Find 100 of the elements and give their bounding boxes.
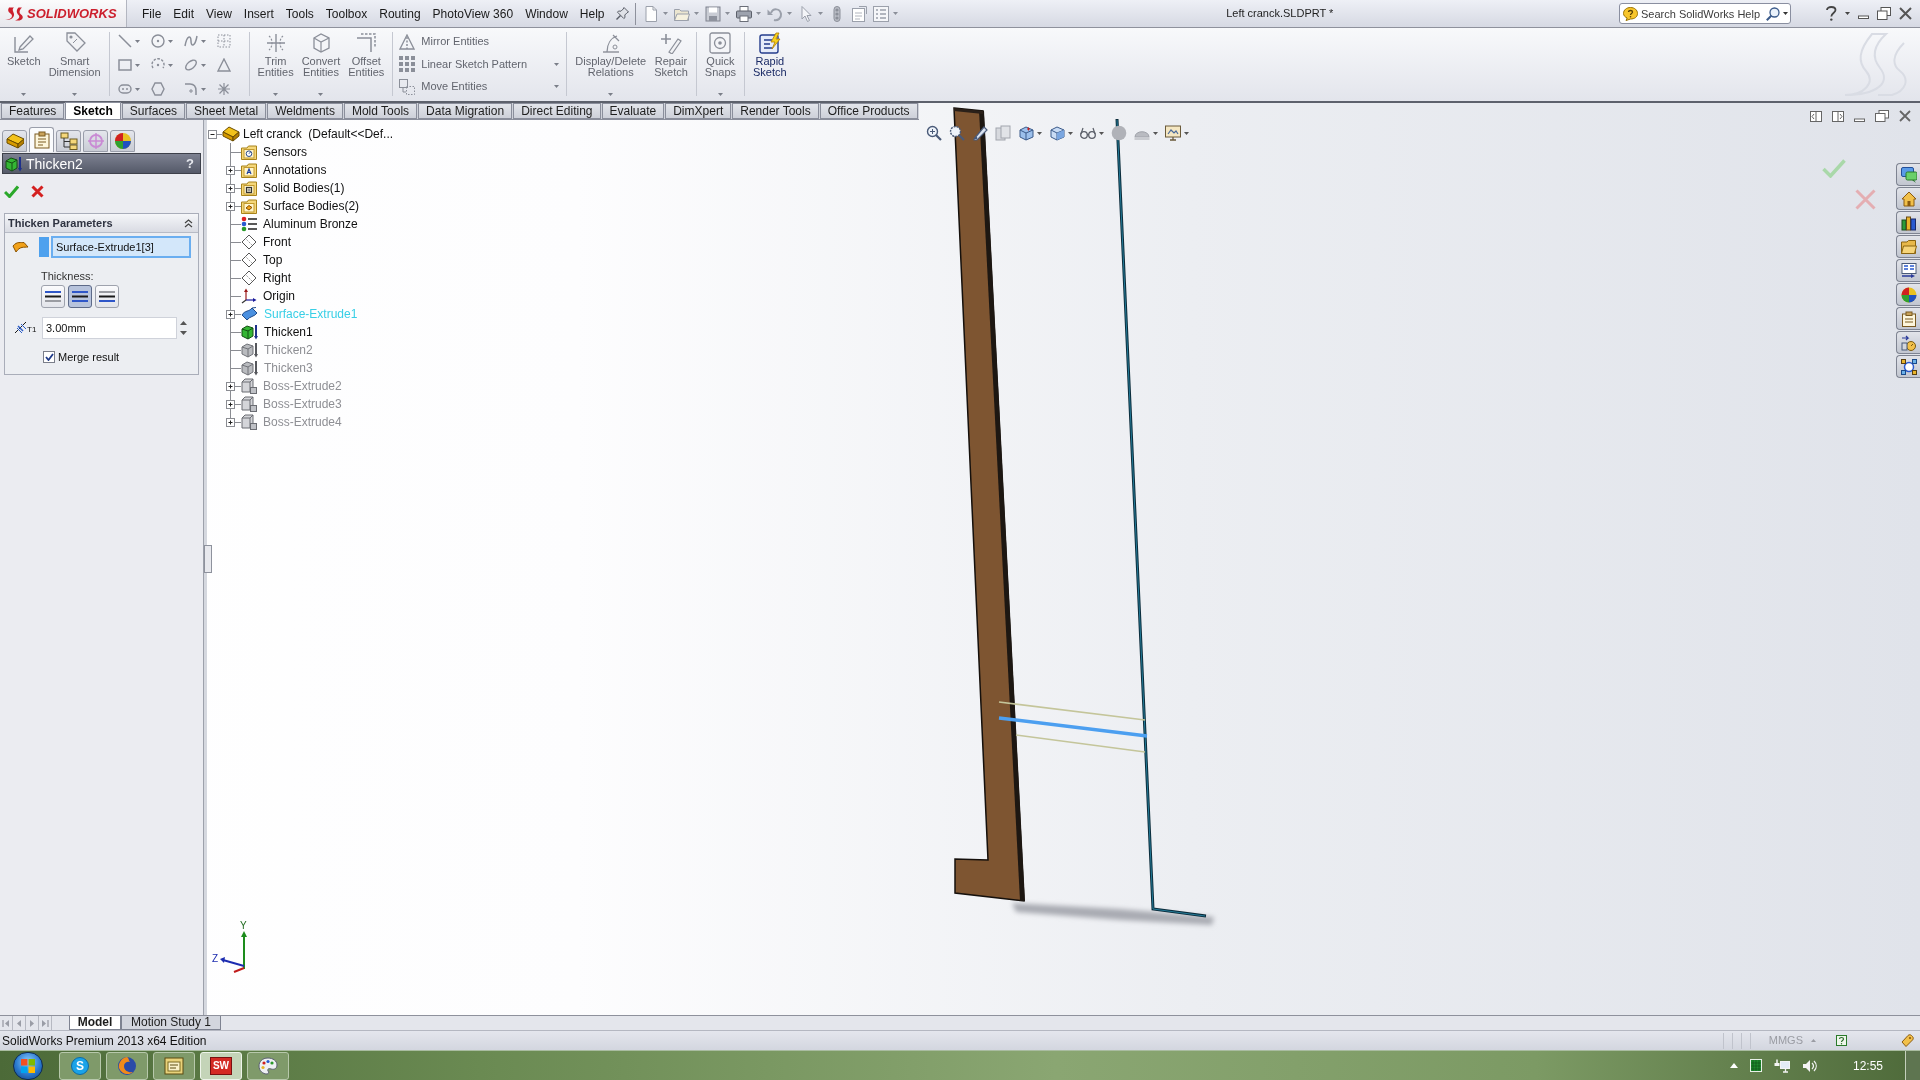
tree-toggle[interactable] <box>226 418 235 427</box>
panel-tab[interactable] <box>56 130 81 152</box>
sphere-icon[interactable] <box>1111 125 1127 141</box>
menu-item[interactable]: Toolbox <box>319 3 374 24</box>
line-icon[interactable] <box>117 34 132 48</box>
monitor-icon[interactable] <box>1165 125 1181 141</box>
thickness-option-button[interactable] <box>68 285 92 308</box>
tab[interactable]: Features <box>1 103 65 119</box>
task-pane-tab[interactable] <box>1896 211 1920 234</box>
menu-item[interactable]: File <box>136 3 168 24</box>
triangle-icon[interactable] <box>216 58 231 72</box>
tab[interactable]: Weldments <box>267 103 343 119</box>
tree-toggle[interactable] <box>226 310 235 319</box>
panel-tab[interactable] <box>2 130 27 152</box>
tab[interactable]: Sheet Metal <box>186 103 267 119</box>
task-pane-tab[interactable] <box>1896 259 1920 282</box>
panel-tab[interactable] <box>110 130 135 152</box>
task-pane-tab[interactable] <box>1896 163 1920 186</box>
pen-icon[interactable] <box>972 125 988 141</box>
menu-item[interactable]: PhotoView 360 <box>426 3 520 24</box>
tab[interactable]: Render Tools <box>732 103 819 119</box>
task-pane-tab[interactable] <box>1896 355 1920 378</box>
fillet-icon[interactable] <box>183 82 198 96</box>
speaker-icon[interactable] <box>1801 1058 1818 1073</box>
check-icon[interactable] <box>1822 159 1846 178</box>
search-bar[interactable]: Search SolidWorks Help <box>1619 3 1791 24</box>
tab[interactable]: Direct Editing <box>513 103 601 119</box>
magnifier-icon[interactable] <box>926 125 942 141</box>
glasses-icon[interactable] <box>1080 125 1096 141</box>
task-pane-tab[interactable] <box>1896 307 1920 330</box>
menu-item[interactable]: View <box>200 3 238 24</box>
tab[interactable]: Model <box>69 1016 121 1030</box>
magnifier-icon[interactable] <box>949 125 965 141</box>
restore-icon[interactable] <box>1875 110 1889 122</box>
task-pane-tab[interactable] <box>1896 283 1920 306</box>
tag-icon[interactable] <box>1901 1034 1914 1047</box>
menu-item[interactable]: Help <box>573 3 611 24</box>
close-icon[interactable] <box>1899 110 1911 122</box>
tree-toggle[interactable] <box>226 184 235 193</box>
close-icon[interactable] <box>1899 7 1912 20</box>
command-button[interactable]: Rapid Sketch <box>749 30 791 98</box>
tree-item[interactable]: Aluminum Bronze <box>263 217 358 231</box>
menu-item[interactable]: Edit <box>167 3 201 24</box>
list-icon[interactable] <box>872 5 889 22</box>
tab[interactable]: Data Migration <box>418 103 513 119</box>
printer-icon[interactable] <box>735 5 752 22</box>
tree-toggle[interactable] <box>226 202 235 211</box>
tab[interactable]: Office Products <box>819 103 918 119</box>
tab[interactable]: DimXpert <box>665 103 732 119</box>
hexagon-icon[interactable] <box>150 82 165 96</box>
sheet-icon[interactable] <box>850 5 867 22</box>
taskbar-button[interactable] <box>106 1051 148 1080</box>
tree-item[interactable]: Surface Bodies(2) <box>263 199 360 213</box>
thickness-option-button[interactable] <box>95 285 119 308</box>
task-pane-tab[interactable] <box>1896 331 1920 354</box>
dotted-grid-icon[interactable] <box>216 34 231 48</box>
selection-field[interactable]: Surface-Extrude1[3] <box>51 236 191 258</box>
tile-left-icon[interactable] <box>1810 110 1822 122</box>
taskbar-button[interactable] <box>153 1051 195 1080</box>
splitter-handle[interactable] <box>204 545 212 573</box>
menu-item[interactable]: Window <box>519 3 574 24</box>
tree-item[interactable]: Annotations <box>263 163 327 177</box>
cube-icon[interactable] <box>1018 125 1034 141</box>
tree-toggle[interactable] <box>226 400 235 409</box>
show-desktop-button[interactable] <box>1905 1051 1920 1080</box>
circle-icon[interactable] <box>150 34 165 48</box>
thickness-field[interactable]: 3.00mm <box>42 316 177 339</box>
tab[interactable]: Mold Tools <box>343 103 418 119</box>
menu-item[interactable]: Insert <box>237 3 280 24</box>
double-chevron-icon[interactable] <box>184 218 193 228</box>
help-button[interactable]: ? <box>186 156 194 171</box>
cancel-button[interactable] <box>31 184 44 198</box>
tree-toggle[interactable] <box>208 129 217 139</box>
tree-item[interactable]: Thicken1 <box>264 325 313 339</box>
page-icon[interactable] <box>642 5 659 22</box>
checkbox[interactable] <box>43 351 55 364</box>
ellipse-icon[interactable] <box>183 58 198 72</box>
tab[interactable]: Evaluate <box>601 103 665 119</box>
skip-start-icon[interactable] <box>2 1018 10 1028</box>
tree-item[interactable]: Top <box>263 253 283 267</box>
tree-item[interactable]: Front <box>263 235 291 249</box>
thickness-option-button[interactable] <box>41 285 65 308</box>
grid-square-icon[interactable] <box>1749 1059 1762 1072</box>
asterisk-icon[interactable] <box>216 82 231 96</box>
tree-toggle[interactable] <box>226 166 235 175</box>
tab[interactable]: Motion Study 1 <box>121 1016 221 1030</box>
tree-item[interactable]: Right <box>263 271 291 285</box>
search-icon[interactable] <box>1766 6 1780 21</box>
help-icon[interactable] <box>1825 6 1837 21</box>
start-button[interactable] <box>13 1051 43 1080</box>
tree-item[interactable]: Left cranck (Default<<Def... <box>243 127 394 141</box>
slot-icon[interactable] <box>117 82 132 96</box>
ok-button[interactable] <box>4 184 19 198</box>
tree-item[interactable]: Solid Bodies(1) <box>263 181 345 195</box>
tree-item[interactable]: Origin <box>263 289 295 303</box>
taskbar-button[interactable]: SW <box>200 1051 242 1080</box>
floppy-icon[interactable] <box>704 5 721 22</box>
tab[interactable]: Sketch <box>65 102 121 119</box>
pushpin-icon[interactable] <box>615 7 629 20</box>
tree-toggle[interactable] <box>226 382 235 391</box>
